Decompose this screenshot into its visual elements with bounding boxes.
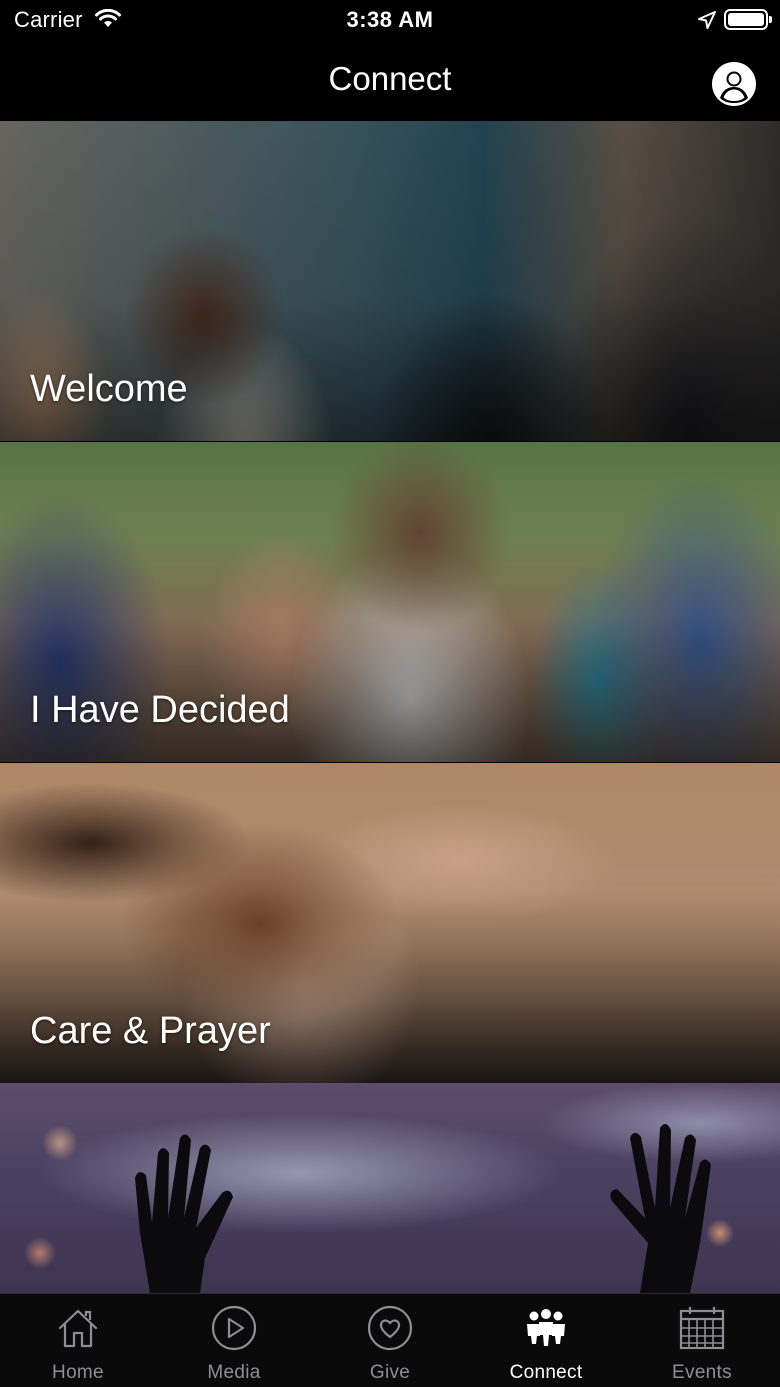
status-bar: Carrier 3:38 AM [0, 0, 780, 40]
status-time: 3:38 AM [346, 7, 434, 32]
tab-label: Home [52, 1362, 104, 1383]
home-icon [58, 1309, 98, 1348]
tab-connect[interactable]: Connect [468, 1294, 624, 1387]
people-group-icon [527, 1309, 565, 1346]
battery-icon [724, 9, 772, 30]
card-i-have-decided[interactable]: I Have Decided [0, 442, 780, 762]
tab-events[interactable]: Events [624, 1294, 780, 1387]
location-arrow-icon [698, 11, 716, 29]
tab-label: Give [369, 1362, 411, 1383]
tab-media[interactable]: Media [156, 1294, 312, 1387]
calendar-icon [679, 1307, 725, 1350]
play-circle-icon [211, 1305, 257, 1351]
raised-hands-silhouette [135, 1123, 711, 1293]
tab-home[interactable]: Home [0, 1294, 156, 1387]
profile-button[interactable] [712, 62, 756, 106]
card-care-prayer[interactable]: Care & Prayer [0, 763, 780, 1083]
card-worship[interactable] [0, 1083, 780, 1293]
page-title: Connect [328, 60, 452, 97]
card-welcome[interactable]: Welcome [0, 121, 780, 441]
card-label: Care & Prayer [30, 1010, 271, 1052]
tab-label: Events [672, 1362, 732, 1383]
tab-label: Media [207, 1362, 261, 1383]
nav-bar: Connect [0, 40, 780, 121]
card-label: Welcome [30, 368, 188, 410]
tab-label: Connect [509, 1362, 583, 1383]
heart-circle-icon [367, 1305, 413, 1351]
tab-give[interactable]: Give [312, 1294, 468, 1387]
tab-bar: Home Media Give Connect Events [0, 1293, 780, 1387]
card-label: I Have Decided [30, 689, 290, 731]
person-circle-icon [712, 62, 756, 106]
